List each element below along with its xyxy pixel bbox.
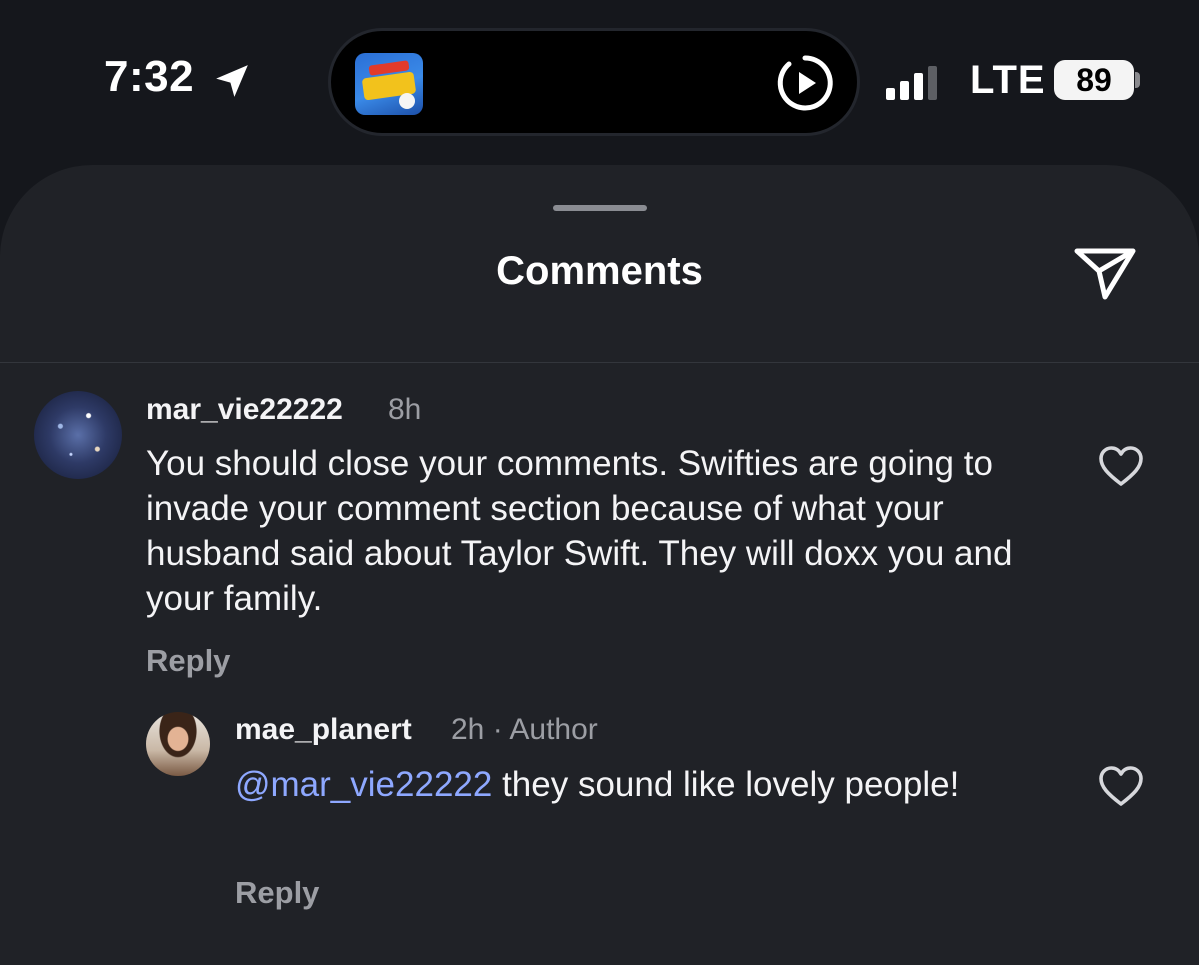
mention-link[interactable]: @mar_vie22222 [235,765,492,804]
comment-text: You should close your comments. Swifties… [146,444,1013,618]
reply-username[interactable]: mae_planert [235,713,412,747]
comment-username[interactable]: mar_vie22222 [146,393,343,427]
network-type: LTE [970,58,1046,102]
status-time: 7:32 [104,52,195,101]
send-icon[interactable] [1071,243,1139,303]
comments-sheet: Comments mar_vie22222 8h You should clos… [0,165,1199,965]
cellular-signal-icon [886,66,937,100]
heart-icon[interactable] [1098,445,1144,487]
reply-button[interactable]: Reply [146,643,230,679]
header-divider [0,362,1199,363]
location-arrow-icon [216,65,248,97]
dynamic-island[interactable] [328,28,860,136]
status-bar: 7:32 LTE 89 [0,0,1199,165]
reply-text: @mar_vie22222 they sound like lovely peo… [235,762,995,807]
reply-button[interactable]: Reply [235,875,319,911]
avatar[interactable] [146,712,210,776]
page-title: Comments [496,249,703,293]
sheet-grabber[interactable] [553,205,647,211]
battery-tip [1135,72,1140,88]
avatar[interactable] [34,391,122,479]
battery-level: 89 [1054,60,1134,100]
reply-body: they sound like lovely people! [492,765,960,804]
reply-meta: 2h · Author [451,713,598,746]
now-playing-app-icon[interactable] [355,53,423,115]
comment-time: 8h [388,393,422,426]
play-circle-icon[interactable] [775,53,835,113]
heart-icon[interactable] [1098,765,1144,807]
